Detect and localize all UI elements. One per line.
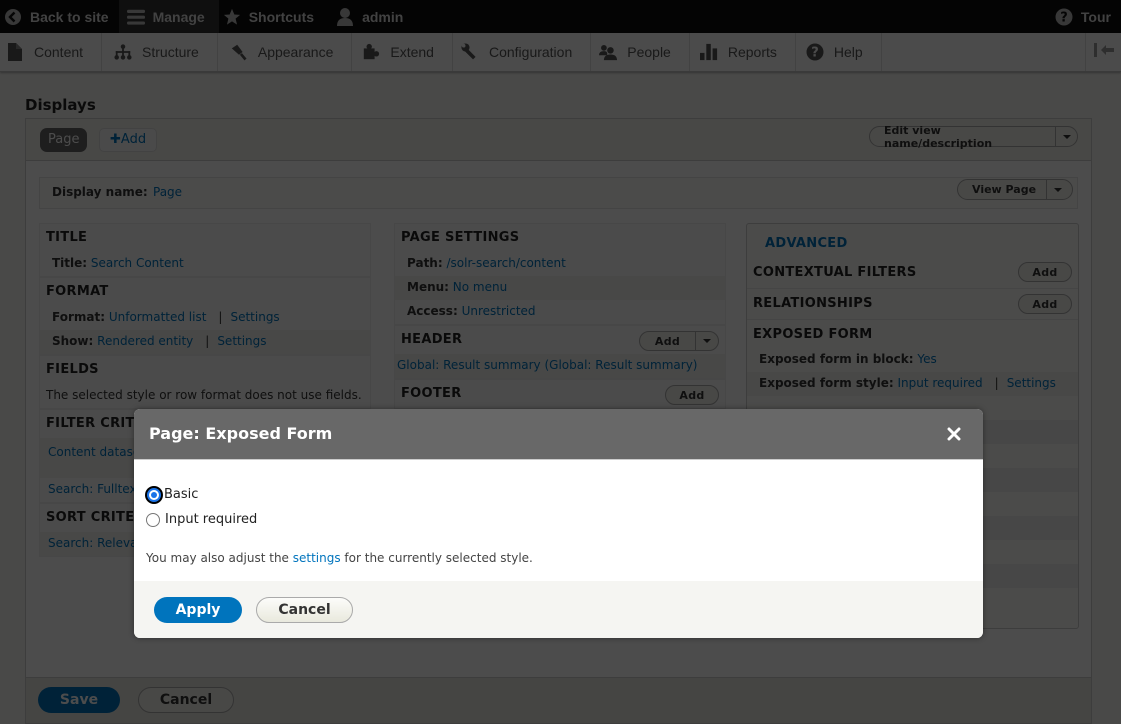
dialog-actions: Apply Cancel [134,581,983,638]
dialog-title: Page: Exposed Form [149,424,333,443]
radio-label: Basic [164,487,199,502]
radio-button-checked[interactable] [147,487,161,502]
radio-input-required[interactable]: Input required [146,512,257,527]
radio-basic[interactable]: Basic [147,487,198,502]
radio-button[interactable] [146,512,160,527]
dialog-cancel-button[interactable]: Cancel [256,597,353,623]
exposed-form-dialog: Page: Exposed Form Basic Input required … [134,409,983,638]
settings-link[interactable]: settings [293,551,341,565]
dialog-body: Basic Input required You may also adjust… [134,460,983,581]
apply-button[interactable]: Apply [154,597,242,623]
radio-label: Input required [165,512,258,527]
close-icon[interactable] [943,423,965,445]
dialog-titlebar: Page: Exposed Form [134,409,983,460]
help-text-suffix: for the currently selected style. [340,551,533,565]
help-text-prefix: You may also adjust the [146,551,293,565]
dialog-help-text: You may also adjust the settings for the… [146,551,533,565]
